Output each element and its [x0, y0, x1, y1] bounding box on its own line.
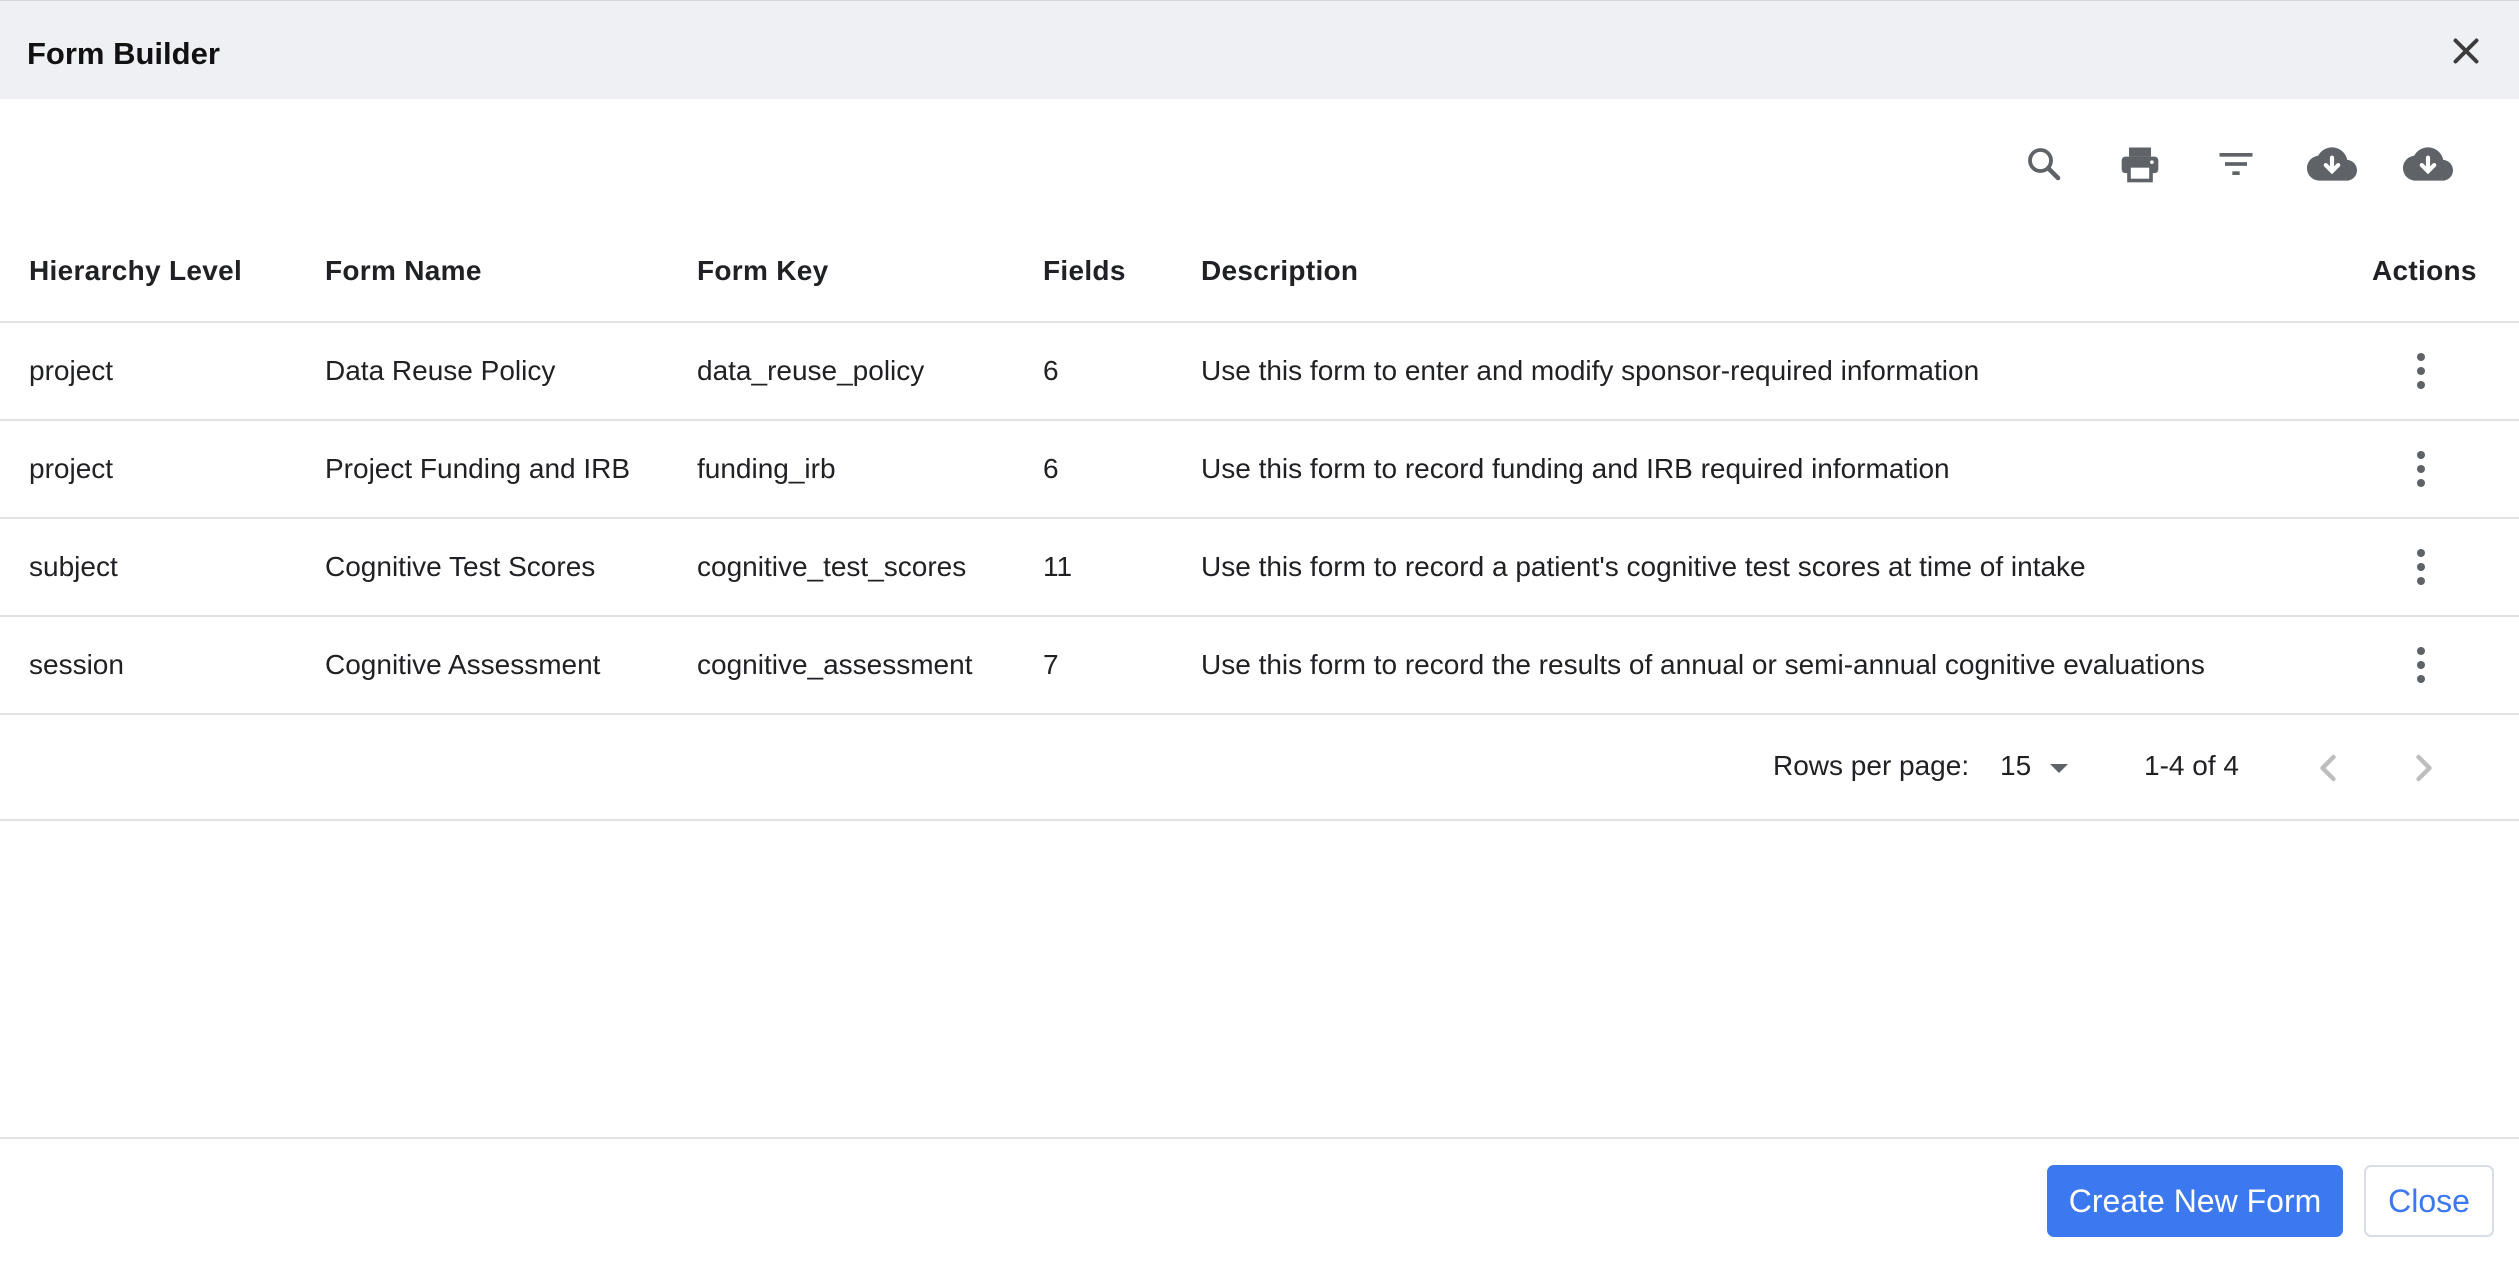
close-icon[interactable] — [2448, 33, 2484, 69]
rows-per-page-value: 15 — [2000, 750, 2032, 781]
table-divider — [0, 713, 2519, 715]
cloud-download-icon[interactable] — [2402, 138, 2454, 190]
filter-icon[interactable] — [2210, 138, 2262, 190]
more-vert-icon[interactable] — [2401, 641, 2441, 689]
column-header-hierarchy-level[interactable]: Hierarchy Level — [29, 255, 242, 287]
create-new-form-button[interactable]: Create New Form — [2047, 1165, 2343, 1237]
cell-hierarchy-level: subject — [29, 551, 118, 582]
cell-hierarchy-level: project — [29, 453, 114, 484]
cell-form-name: Data Reuse Policy — [325, 355, 556, 386]
table-divider — [0, 615, 2519, 617]
dialog-titlebar: Form Builder — [0, 0, 2519, 99]
chevron-right-icon[interactable] — [2402, 746, 2446, 790]
chevron-left-icon[interactable] — [2306, 746, 2350, 790]
column-header-actions: Actions — [2372, 255, 2477, 286]
rows-per-page-label: Rows per page: — [1773, 750, 1970, 781]
dialog-title: Form Builder — [27, 36, 220, 71]
pagination-range: 1-4 of 4 — [2144, 750, 2239, 781]
cell-form-key: data_reuse_policy — [697, 355, 925, 386]
cell-fields: 6 — [1043, 453, 1059, 484]
search-icon[interactable] — [2018, 138, 2070, 190]
table-divider — [0, 419, 2519, 421]
column-header-form-key[interactable]: Form Key — [697, 255, 829, 287]
footer-divider — [0, 1137, 2519, 1139]
cell-form-key: cognitive_test_scores — [697, 551, 967, 582]
more-vert-icon[interactable] — [2401, 347, 2441, 395]
close-button[interactable]: Close — [2364, 1165, 2494, 1237]
cell-form-name: Cognitive Test Scores — [325, 551, 596, 582]
cell-form-name: Project Funding and IRB — [325, 453, 631, 484]
table-divider — [0, 321, 2519, 323]
column-header-fields[interactable]: Fields — [1043, 255, 1126, 287]
pagination-divider — [0, 819, 2519, 821]
column-header-description[interactable]: Description — [1201, 255, 1358, 287]
table-divider — [0, 517, 2519, 519]
cell-fields: 7 — [1043, 649, 1059, 680]
cell-hierarchy-level: session — [29, 649, 124, 680]
cell-fields: 11 — [1043, 551, 1073, 582]
column-header-form-name[interactable]: Form Name — [325, 255, 482, 287]
cell-hierarchy-level: project — [29, 355, 114, 386]
rows-per-page-select[interactable]: 15 — [1990, 740, 2080, 794]
print-icon[interactable] — [2114, 138, 2166, 190]
cloud-download-icon[interactable] — [2306, 138, 2358, 190]
cell-form-key: funding_irb — [697, 453, 836, 484]
cell-description: Use this form to enter and modify sponso… — [1201, 355, 1980, 386]
cell-description: Use this form to record funding and IRB … — [1201, 453, 1950, 484]
more-vert-icon[interactable] — [2401, 543, 2441, 591]
cell-form-name: Cognitive Assessment — [325, 649, 601, 680]
cell-form-key: cognitive_assessment — [697, 649, 973, 680]
cell-fields: 6 — [1043, 355, 1059, 386]
dropdown-arrow-icon — [2050, 764, 2068, 773]
cell-description: Use this form to record the results of a… — [1201, 649, 2205, 680]
more-vert-icon[interactable] — [2401, 445, 2441, 493]
cell-description: Use this form to record a patient's cogn… — [1201, 551, 2086, 582]
